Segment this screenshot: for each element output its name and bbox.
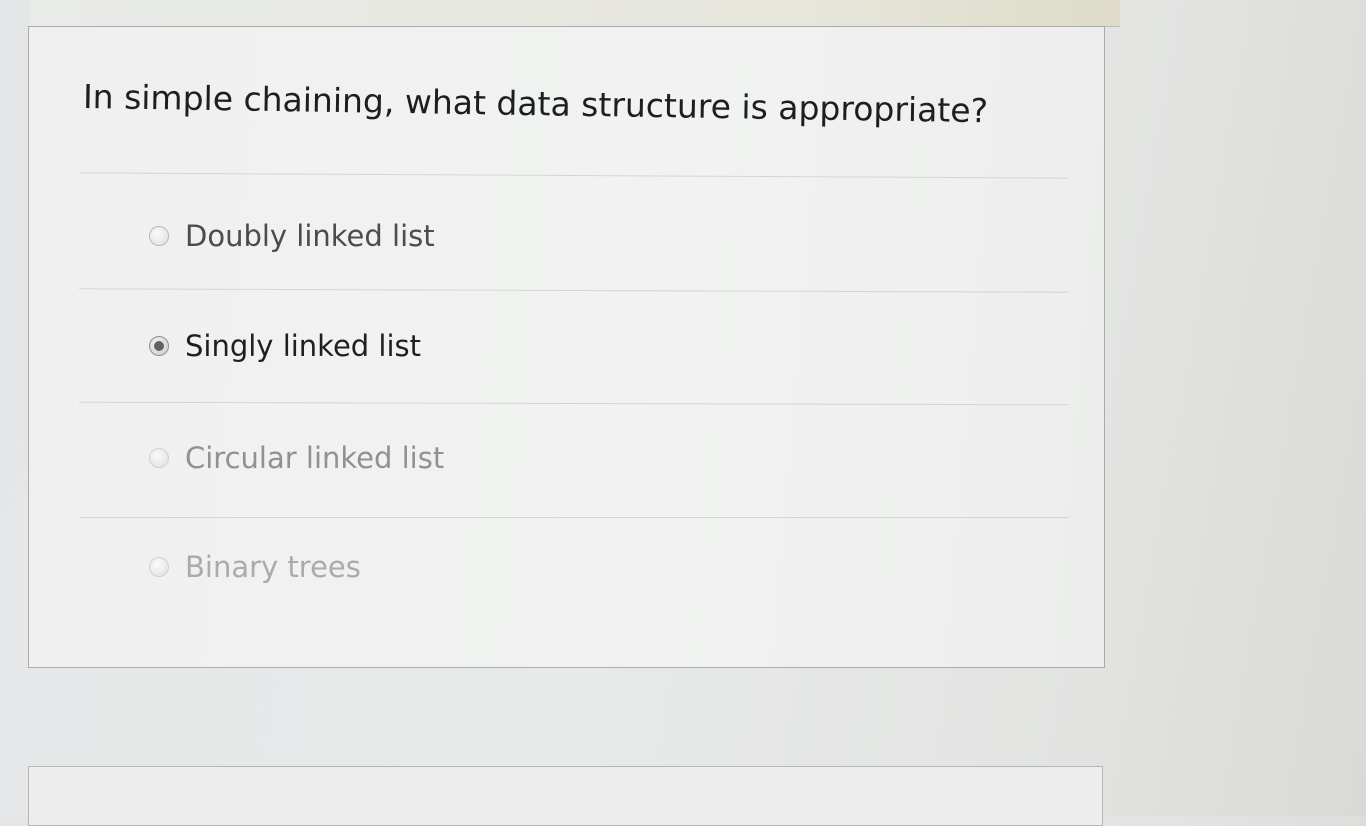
divider [79, 172, 1069, 179]
question-text: In simple chaining, what data structure … [82, 77, 989, 131]
divider [79, 288, 1069, 293]
divider [79, 517, 1069, 518]
radio-button[interactable] [149, 448, 169, 468]
radio-button[interactable] [149, 557, 169, 577]
answer-option-doubly-linked-list[interactable]: Doubly linked list [149, 214, 435, 258]
answer-option-label: Doubly linked list [185, 219, 435, 253]
radio-button-selected[interactable] [149, 336, 169, 356]
top-strip [30, 0, 1120, 27]
next-question-card [28, 766, 1103, 826]
answer-option-singly-linked-list[interactable]: Singly linked list [149, 324, 421, 368]
divider [79, 401, 1069, 406]
answer-option-label: Circular linked list [185, 441, 445, 475]
answer-option-binary-trees[interactable]: Binary trees [149, 545, 361, 589]
answer-option-label: Singly linked list [185, 329, 422, 363]
question-card: In simple chaining, what data structure … [28, 26, 1105, 668]
radio-button[interactable] [149, 226, 169, 246]
answer-option-label: Binary trees [185, 550, 361, 584]
answer-option-circular-linked-list[interactable]: Circular linked list [149, 436, 444, 480]
